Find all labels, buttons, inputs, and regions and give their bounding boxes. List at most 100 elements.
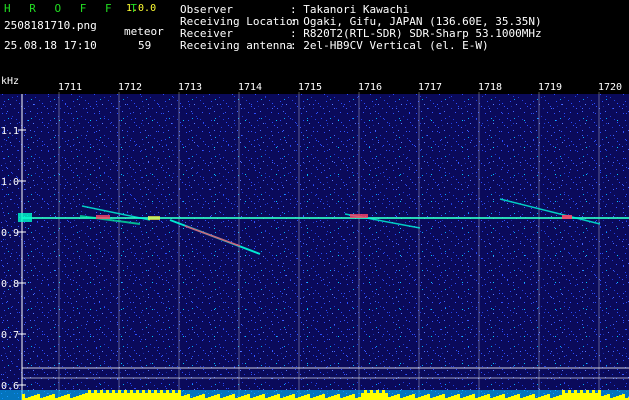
- level-bar: [391, 396, 394, 400]
- level-bar: [76, 396, 79, 400]
- echo-1-head: [96, 215, 110, 219]
- level-bar: [154, 390, 157, 400]
- level-bar: [61, 396, 64, 400]
- level-bar: [451, 396, 454, 400]
- level-bar: [409, 395, 412, 400]
- level-bar: [307, 394, 310, 400]
- noise-overlay: [0, 94, 629, 400]
- level-bar: [79, 395, 82, 400]
- level-bar: [604, 395, 607, 400]
- level-bar: [277, 394, 280, 400]
- spectrogram: kHz 1711 1712 1713 1714 1715 1716 1717 1718 1719…: [0, 72, 629, 400]
- level-bar: [178, 390, 181, 400]
- level-bar: [232, 394, 235, 400]
- level-bar: [127, 393, 130, 400]
- level-bar: [397, 394, 400, 400]
- level-bar: [406, 396, 409, 400]
- level-bar: [259, 395, 262, 400]
- level-bar: [526, 396, 529, 400]
- level-bar: [364, 390, 367, 400]
- level-bar: [172, 390, 175, 400]
- level-bar: [94, 390, 97, 400]
- level-bar: [37, 394, 40, 400]
- level-bar: [616, 396, 619, 400]
- level-bar: [88, 390, 91, 400]
- level-bar: [214, 395, 217, 400]
- timestamp: 25.08.18 17:10: [4, 39, 97, 52]
- time-label-1719: 1719: [538, 82, 562, 93]
- level-bar: [133, 393, 136, 400]
- app-name: H R O F F T: [4, 2, 143, 15]
- level-bar: [589, 393, 592, 400]
- level-bar: [574, 390, 577, 400]
- level-bar: [286, 396, 289, 400]
- level-bar: [577, 393, 580, 400]
- level-bar: [379, 393, 382, 400]
- level-bar: [565, 393, 568, 400]
- level-bar: [511, 396, 514, 400]
- level-bar: [502, 394, 505, 400]
- level-bar: [22, 394, 25, 400]
- level-bar: [424, 395, 427, 400]
- freq-label-0.9: 0.9: [1, 228, 19, 239]
- level-bar: [301, 396, 304, 400]
- level-bar: [412, 394, 415, 400]
- level-bar: [202, 394, 205, 400]
- level-bar: [82, 394, 85, 400]
- level-bar: [595, 393, 598, 400]
- level-bar: [289, 395, 292, 400]
- level-bar: [106, 390, 109, 400]
- level-bar: [103, 393, 106, 400]
- level-bar: [334, 395, 337, 400]
- level-bar: [85, 393, 88, 400]
- time-label-1714: 1714: [238, 82, 262, 93]
- level-bar: [271, 396, 274, 400]
- level-bar: [517, 394, 520, 400]
- level-bar: [571, 393, 574, 400]
- level-bar: [568, 390, 571, 400]
- level-bar: [67, 394, 70, 400]
- level-bar: [166, 390, 169, 400]
- level-bar: [145, 393, 148, 400]
- level-bar: [547, 394, 550, 400]
- level-bar: [586, 390, 589, 400]
- level-bar: [331, 396, 334, 400]
- level-bar: [316, 396, 319, 400]
- level-bar: [124, 390, 127, 400]
- echo-4-head: [350, 214, 368, 218]
- meteor-label: meteor: [124, 25, 164, 38]
- level-bar: [100, 390, 103, 400]
- file-name: 2508181710.png: [4, 19, 97, 32]
- level-bar: [337, 394, 340, 400]
- level-bar: [157, 393, 160, 400]
- level-bar: [181, 396, 184, 400]
- level-bar: [163, 393, 166, 400]
- level-bar: [130, 390, 133, 400]
- level-bar: [484, 395, 487, 400]
- level-bar: [514, 395, 517, 400]
- level-bar: [184, 395, 187, 400]
- level-bar: [142, 390, 145, 400]
- level-bar: [370, 390, 373, 400]
- level-bar: [442, 394, 445, 400]
- level-bar: [496, 396, 499, 400]
- app-version: 1.0.0: [126, 3, 157, 14]
- freq-label-0.7: 0.7: [1, 330, 19, 341]
- level-bar: [382, 390, 385, 400]
- level-bar: [385, 393, 388, 400]
- level-bar: [349, 395, 352, 400]
- time-label-1718: 1718: [478, 82, 502, 93]
- level-bar: [244, 395, 247, 400]
- freq-label-1.1: 1.1: [1, 126, 19, 137]
- level-bar: [457, 394, 460, 400]
- level-bar: [229, 395, 232, 400]
- level-bar: [199, 395, 202, 400]
- level-bar: [361, 393, 364, 400]
- level-bar: [46, 396, 49, 400]
- level-bar: [598, 390, 601, 400]
- level-bar: [262, 394, 265, 400]
- level-bar: [487, 394, 490, 400]
- level-bar: [151, 393, 154, 400]
- time-label-1716: 1716: [358, 82, 382, 93]
- level-bar: [139, 393, 142, 400]
